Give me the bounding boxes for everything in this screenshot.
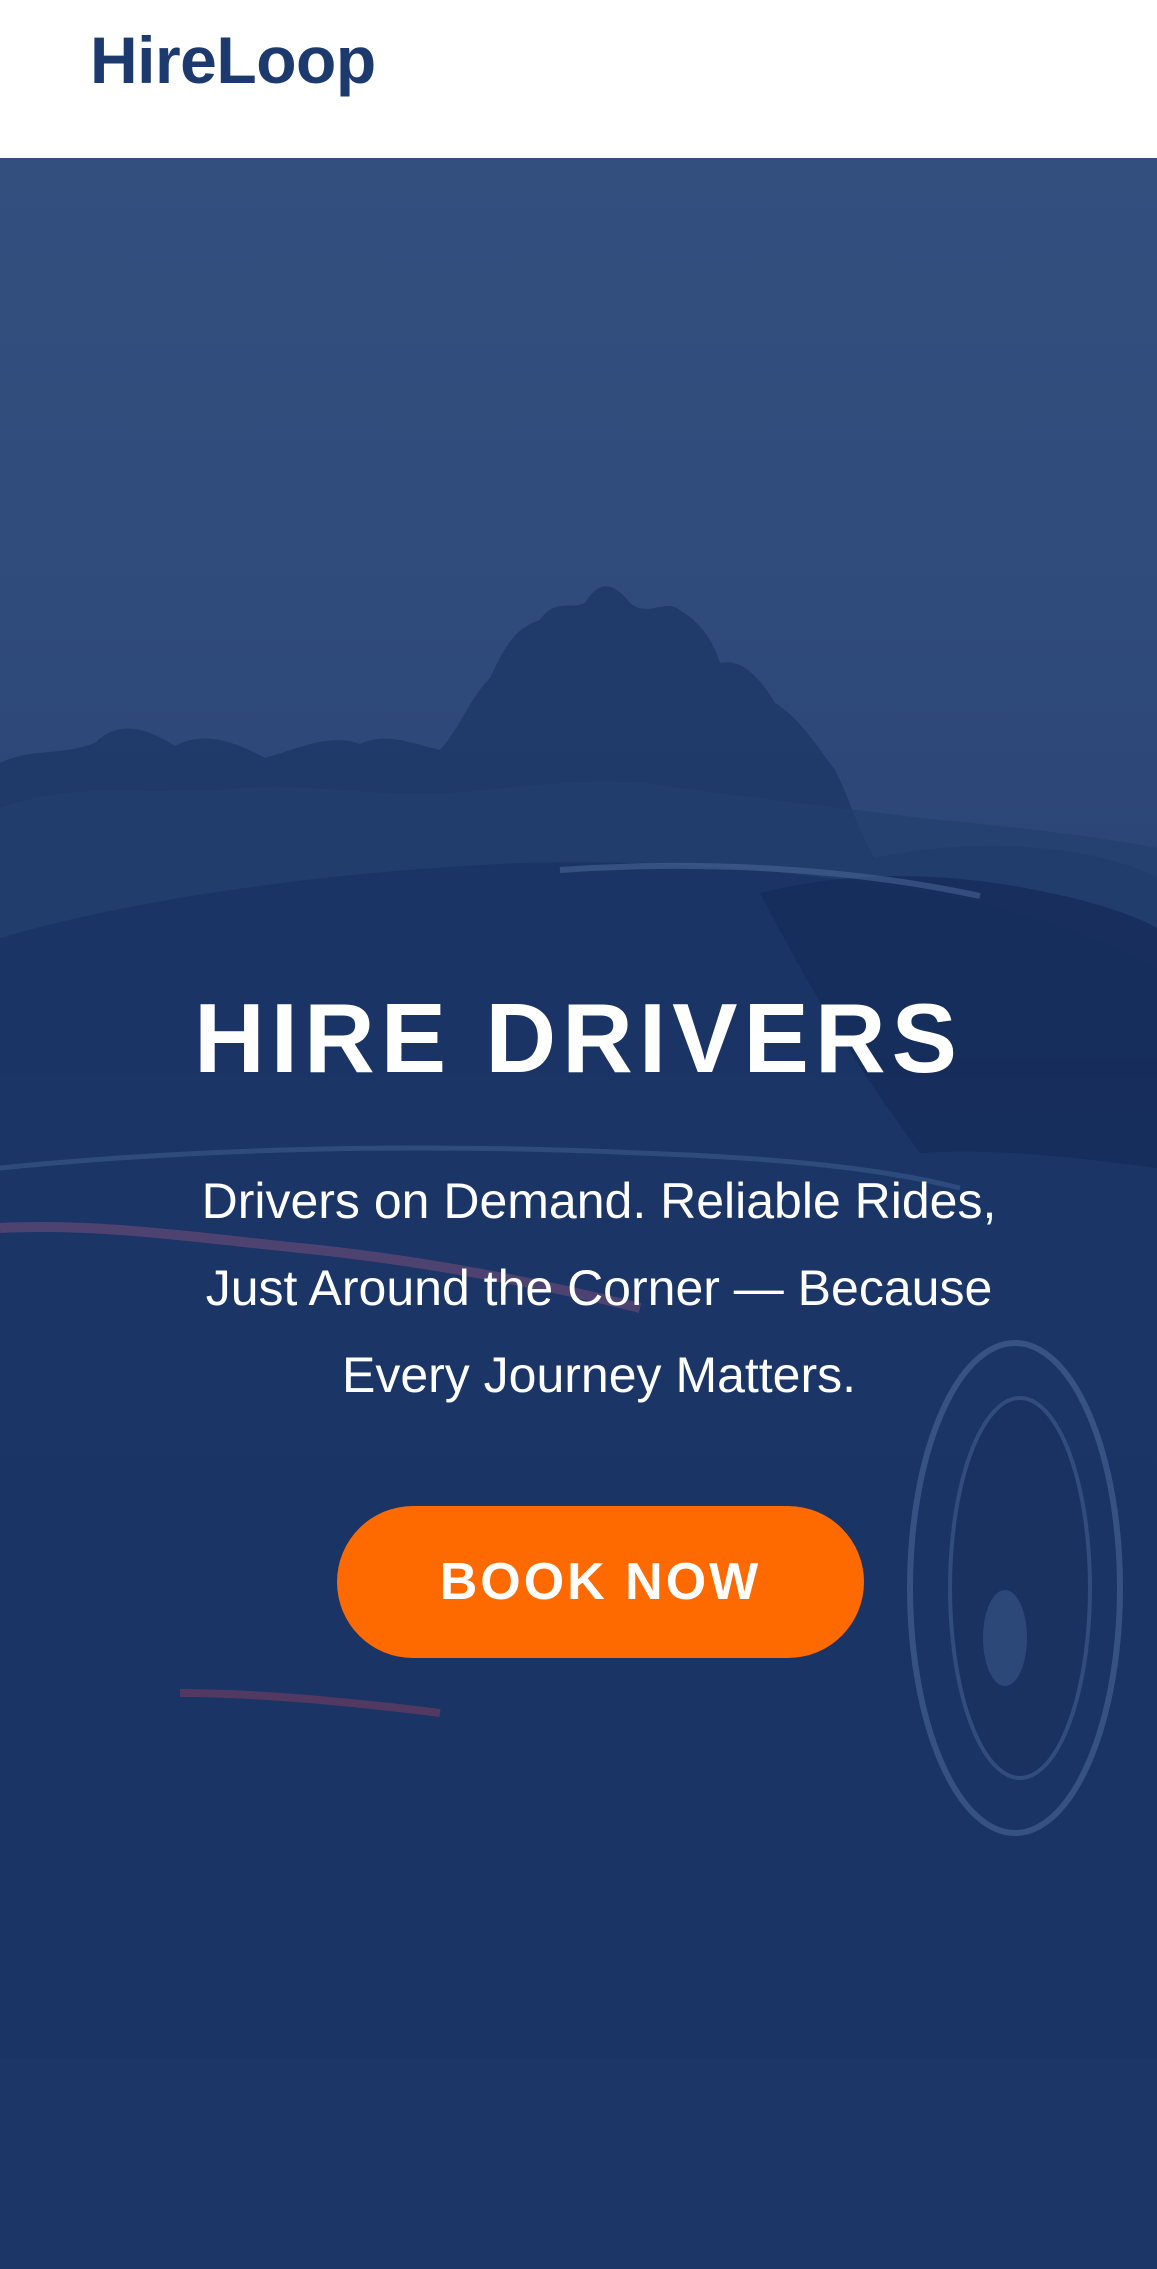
page: HireLoop HIRE DRIVERS Drivers on Demand.… bbox=[0, 0, 1157, 2269]
hero-content: HIRE DRIVERS Drivers on Demand. Reliable… bbox=[0, 158, 1157, 2269]
hero-subtitle: Drivers on Demand. Reliable Rides, Just … bbox=[201, 1173, 997, 1403]
hero-title: HIRE DRIVERS bbox=[193, 983, 963, 1093]
hero-section: HIRE DRIVERS Drivers on Demand. Reliable… bbox=[0, 158, 1157, 2269]
logo[interactable]: HireLoop bbox=[90, 18, 376, 102]
book-now-button[interactable]: BOOK NOW bbox=[337, 1506, 864, 1658]
site-header: HireLoop bbox=[0, 0, 1157, 158]
